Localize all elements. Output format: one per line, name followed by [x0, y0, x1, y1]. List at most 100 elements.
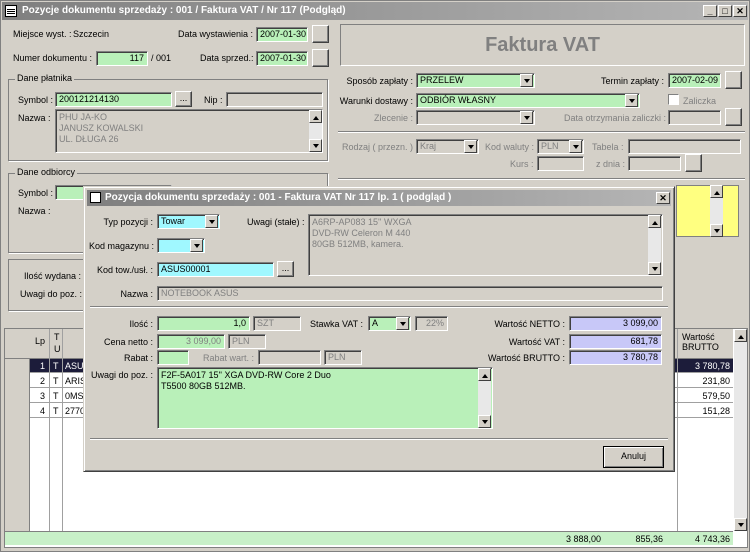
col-u-header: U — [54, 344, 61, 354]
stawka-pct-field: 22% — [415, 316, 448, 331]
zaliczka-checkbox[interactable] — [668, 94, 679, 105]
uwagi-poz-field[interactable]: F2F-5A017 15'' XGA DVD-RW Core 2 Duo T55… — [157, 367, 493, 429]
tabela-field[interactable] — [628, 139, 741, 154]
uwagi-poz-scrollbar[interactable] — [478, 368, 491, 428]
data-wyst-label: Data wystawienia : — [178, 29, 254, 39]
col-divider — [677, 329, 678, 545]
nazwa-line-1: PHU JA-KO — [59, 112, 108, 122]
numer-suffix: / 001 — [151, 53, 172, 63]
col-lp-header: Lp — [35, 336, 46, 346]
termin-field[interactable]: 2007-02-09 — [668, 73, 721, 88]
payment-separator — [338, 131, 745, 133]
rabat-label: Rabat : — [123, 353, 153, 363]
uwagi-stale-field[interactable]: A6RP-AP083 15'' WXGA DVD-RW Celeron M 44… — [308, 214, 663, 276]
zlecenie-dropdown-icon[interactable] — [520, 111, 533, 124]
kod-tow-lookup-button[interactable]: ... — [277, 261, 294, 277]
typ-dropdown-icon[interactable] — [205, 215, 218, 228]
calendar-button-sprzed[interactable] — [312, 49, 329, 67]
uwagi-poz-line-2: T5500 80GB 512MB. — [161, 381, 246, 391]
cena-label: Cena netto : — [103, 337, 153, 347]
payment-separator-2 — [338, 178, 745, 180]
platnik-nazwa-label: Nazwa : — [18, 113, 51, 123]
calendar-button-termin[interactable] — [725, 71, 742, 89]
row-symbol: 0MS — [65, 391, 84, 401]
cena-field[interactable]: 3 099,00 — [157, 334, 225, 349]
table-icon — [5, 5, 17, 17]
numer-label: Numer dokumentu : — [13, 53, 93, 63]
col-divider — [49, 329, 50, 545]
rabat-field[interactable] — [157, 350, 189, 365]
warunki-dropdown-icon[interactable] — [625, 94, 638, 107]
jm-field[interactable]: SZT — [253, 316, 301, 331]
total-netto: 3 888,00 — [565, 534, 601, 544]
numer-field[interactable]: 117 — [96, 51, 148, 66]
waluta-dropdown-icon[interactable] — [569, 140, 582, 153]
uwagi-stale-line-3: 80GB 512MB, kamera. — [312, 239, 404, 249]
grid-totals-row: 3 888,00 855,36 4 743,36 — [5, 531, 733, 545]
odbiorca-nazwa-label: Nazwa : — [18, 206, 51, 216]
sposob-field[interactable]: PRZELEW — [416, 73, 535, 88]
sposob-dropdown-icon[interactable] — [520, 74, 533, 87]
col-brutto-header: Wartość BRUTTO — [682, 332, 719, 352]
kod-tow-field[interactable]: ASUS00001 — [157, 262, 274, 277]
platnik-lookup-button[interactable]: ... — [175, 91, 192, 107]
form-icon — [90, 192, 101, 203]
nip-field[interactable] — [226, 92, 323, 107]
platnik-nazwa-field[interactable]: PHU JA-KO JANUSZ KOWALSKI UL. DŁUGA 26 — [55, 109, 323, 153]
odbiorca-group-title: Dane odbiorcy — [15, 167, 78, 177]
dialog-close-button[interactable]: ✕ — [656, 192, 670, 204]
ilosc-field[interactable]: 1,0 — [157, 316, 250, 331]
row-lp: 3 — [39, 391, 45, 401]
wartosc-vat-label: Wartość VAT : — [508, 337, 565, 347]
title-bar: Pozycje dokumentu sprzedaży : 001 / Fakt… — [2, 2, 748, 20]
miejsce-value: Szczecin — [73, 29, 110, 39]
note-scrollbar[interactable] — [710, 185, 723, 237]
ilosc-wydana-label: Ilość wydana : — [24, 271, 82, 281]
cancel-button[interactable]: Anuluj — [603, 446, 664, 468]
uwagi-stale-scrollbar[interactable] — [648, 215, 661, 275]
calendar-button-wyst[interactable] — [312, 25, 329, 43]
maximize-button[interactable]: □ — [718, 5, 732, 17]
row-lp: 4 — [39, 406, 45, 416]
wartosc-brutto-field: 3 780,78 — [569, 350, 662, 365]
zaliczka-label: Zaliczka — [683, 96, 717, 106]
rodzaj-dropdown-icon[interactable] — [464, 140, 477, 153]
calendar-button-zaliczka[interactable] — [725, 108, 742, 126]
row-symbol: ASU — [65, 361, 84, 371]
nazwa-field[interactable]: NOTEBOOK ASUS — [157, 286, 663, 301]
platnik-symbol-field[interactable]: 200121214130 — [55, 92, 172, 107]
warunki-field[interactable]: ODBIÓR WŁASNY — [416, 93, 640, 108]
row-t: T — [53, 376, 59, 386]
kod-mag-dropdown-icon[interactable] — [190, 239, 203, 252]
wartosc-vat-field: 681,78 — [569, 334, 662, 349]
sposob-label: Sposób zapłaty : — [346, 76, 413, 86]
rabat-wart-field[interactable] — [258, 350, 321, 365]
data-wyst-field[interactable]: 2007-01-30 — [256, 27, 308, 42]
dialog-title-bar: Pozycja dokumentu sprzedaży : 001 - Fakt… — [87, 190, 671, 206]
rodzaj-label: Rodzaj ( przezn. ) : — [342, 142, 419, 152]
col-divider — [62, 329, 63, 545]
uwagi-stale-label: Uwagi (stałe) : — [247, 217, 305, 227]
zlecenie-field[interactable] — [416, 110, 535, 125]
calendar-button-kurs[interactable] — [685, 154, 702, 172]
kod-waluty-label: Kod waluty : — [485, 142, 535, 152]
yellow-note-panel — [676, 185, 739, 237]
row-brutto: 3 780,78 — [694, 361, 730, 371]
z-dnia-field[interactable] — [628, 156, 681, 171]
ilosc-label: Ilość : — [129, 319, 153, 329]
platnik-nazwa-scrollbar[interactable] — [309, 110, 322, 152]
typ-pozycji-label: Typ pozycji : — [103, 217, 153, 227]
dialog-separator-2 — [90, 438, 668, 440]
data-zaliczki-field[interactable] — [668, 110, 721, 125]
grid-scrollbar[interactable] — [734, 329, 747, 531]
stawka-dropdown-icon[interactable] — [396, 317, 409, 330]
row-t: T — [53, 361, 59, 371]
data-sprzed-field[interactable]: 2007-01-30 — [256, 51, 308, 66]
miejsce-label: Miejsce wyst. : — [13, 29, 72, 39]
close-button[interactable]: ✕ — [733, 5, 747, 17]
uwagi-poz-label: Uwagi do poz. : — [90, 370, 153, 380]
row-brutto: 231,80 — [702, 376, 730, 386]
row-brutto: 579,50 — [702, 391, 730, 401]
kurs-field[interactable] — [537, 156, 584, 171]
minimize-button[interactable]: _ — [703, 5, 717, 17]
